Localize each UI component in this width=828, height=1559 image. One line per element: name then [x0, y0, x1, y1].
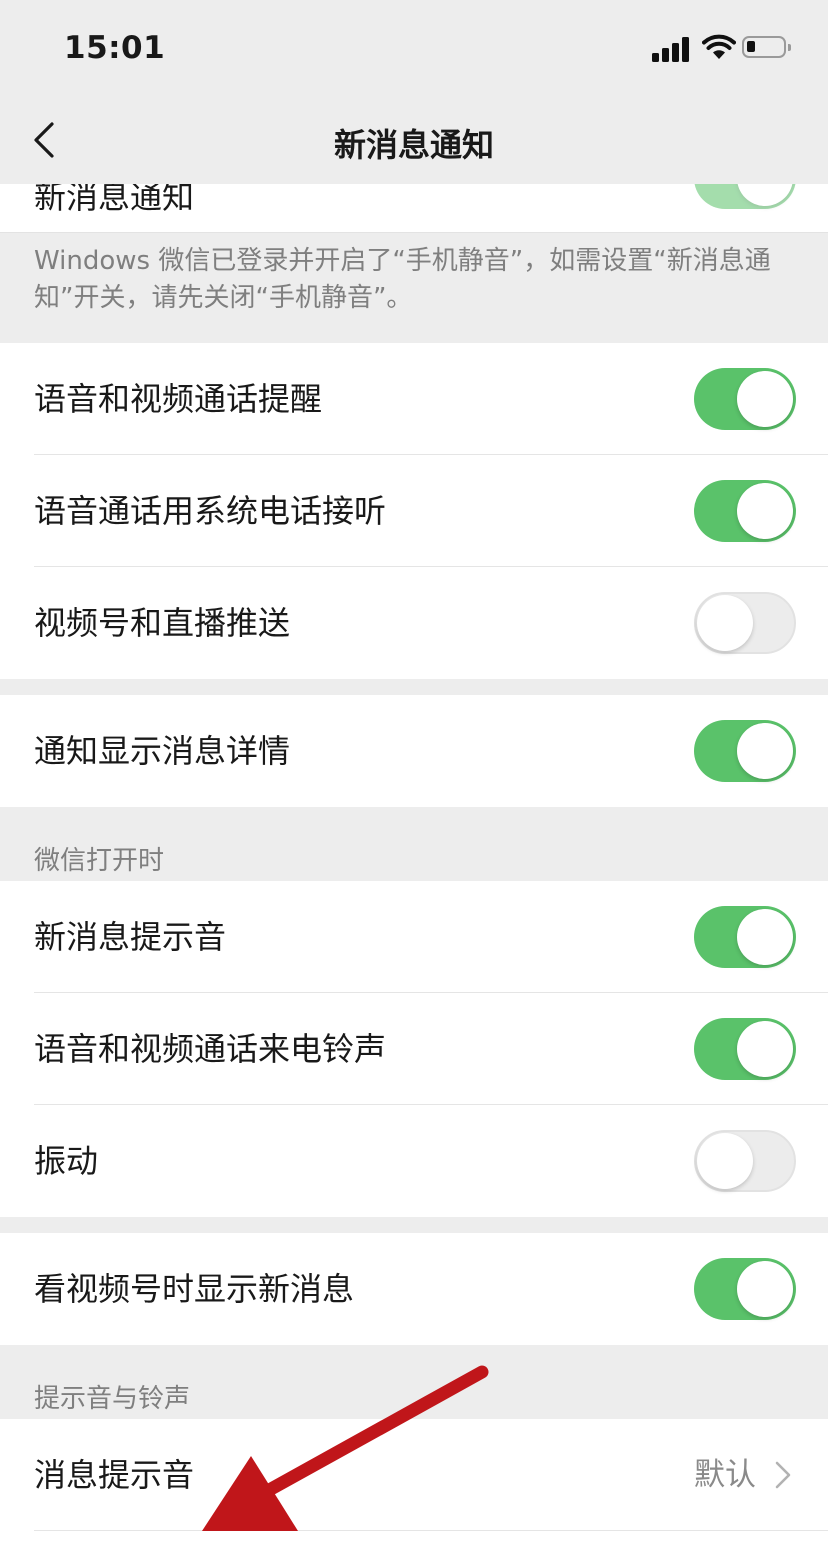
row-label: 新消息提示音 [34, 918, 227, 956]
settings-group-details: 通知显示消息详情 [0, 695, 828, 807]
navigation-bar: 新消息通知 [0, 100, 828, 184]
settings-group-wechat-open: 新消息提示音 语音和视频通话来电铃声 振动 [0, 881, 828, 1217]
status-time: 15:01 [64, 30, 166, 66]
settings-group-calls: 语音和视频通话提醒 语音通话用系统电话接听 视频号和直播推送 [0, 343, 828, 679]
mute-notice-text: Windows 微信已登录并开启了“手机静音”，如需设置“新消息通知”开关，请先… [0, 233, 828, 343]
settings-row[interactable]: 新消息提示音 [0, 881, 828, 993]
page-title: 新消息通知 [333, 126, 494, 164]
row-label: 语音通话用系统电话接听 [34, 492, 387, 530]
settings-row-message-sound[interactable]: 消息提示音 默认 [0, 1419, 828, 1531]
settings-row[interactable]: 语音和视频通话提醒 [0, 343, 828, 455]
status-bar: 15:01 [0, 0, 828, 100]
battery-icon [742, 36, 791, 58]
cellular-signal-icon [652, 36, 692, 62]
section-header-wechat-open: 微信打开时 [34, 846, 165, 876]
toggle-switch-on[interactable] [694, 480, 796, 542]
row-label: 新消息通知 [34, 184, 195, 216]
row-label: 通知显示消息详情 [34, 732, 291, 770]
settings-row[interactable]: 通知显示消息详情 [0, 695, 828, 807]
settings-row[interactable]: 视频号和直播推送 [0, 567, 828, 679]
toggle-switch-on[interactable] [694, 720, 796, 782]
toggle-switch[interactable] [694, 184, 796, 209]
settings-row[interactable]: 语音和视频通话来电铃声 [0, 993, 828, 1105]
row-label: 语音和视频通话来电铃声 [34, 1030, 387, 1068]
wifi-icon [702, 34, 736, 59]
settings-group-channels: 看视频号时显示新消息 [0, 1233, 828, 1345]
settings-row[interactable]: 看视频号时显示新消息 [0, 1233, 828, 1345]
toggle-switch-off[interactable] [694, 1130, 796, 1192]
section-header-sounds: 提示音与铃声 [34, 1384, 191, 1414]
row-label: 视频号和直播推送 [34, 604, 291, 642]
toggle-switch-on[interactable] [694, 1258, 796, 1320]
settings-group-sounds: 消息提示音 默认 [0, 1419, 828, 1559]
toggle-switch-on[interactable] [694, 368, 796, 430]
settings-row[interactable]: 语音通话用系统电话接听 [0, 455, 828, 567]
chevron-right-icon [775, 1461, 791, 1489]
toggle-switch-off[interactable] [694, 592, 796, 654]
toggle-switch-on[interactable] [694, 1018, 796, 1080]
settings-row[interactable]: 振动 [0, 1105, 828, 1217]
toggle-switch-on[interactable] [694, 906, 796, 968]
row-value: 默认 [694, 1457, 756, 1493]
settings-row-new-message-notification[interactable]: 新消息通知 [0, 184, 828, 233]
row-label: 语音和视频通话提醒 [34, 380, 323, 418]
row-label: 振动 [34, 1142, 99, 1180]
row-label: 看视频号时显示新消息 [34, 1270, 355, 1308]
row-label: 消息提示音 [34, 1456, 195, 1494]
